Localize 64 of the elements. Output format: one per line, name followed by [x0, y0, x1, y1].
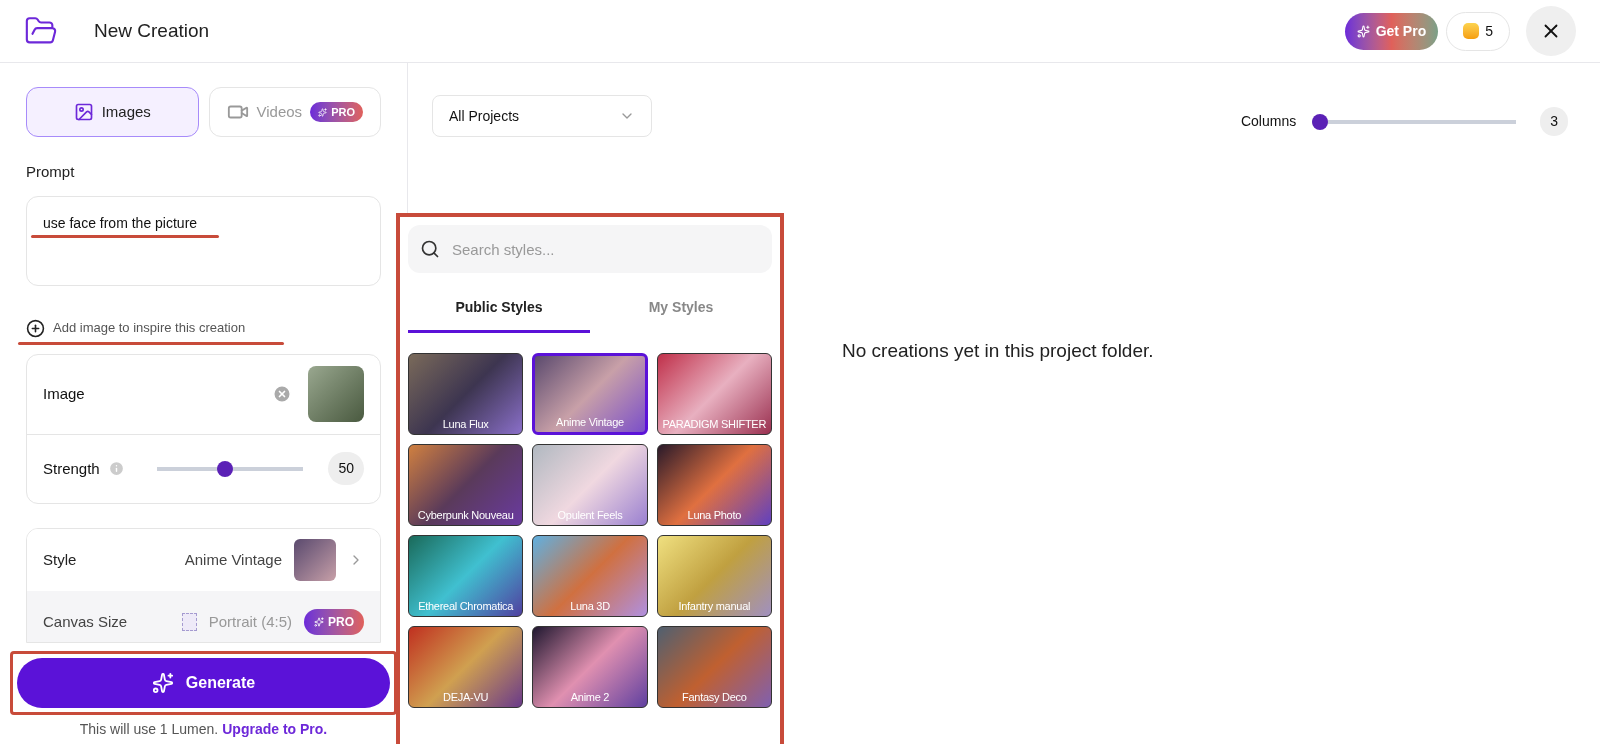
style-name: Ethereal Chromatica — [418, 601, 514, 612]
style-name: Luna 3D — [570, 601, 610, 612]
style-tile[interactable]: Anime 2 — [532, 626, 648, 708]
canvas-size-label: Canvas Size — [43, 611, 128, 632]
sparkle-icon — [318, 107, 328, 117]
prompt-label: Prompt — [26, 162, 76, 182]
info-icon — [107, 460, 125, 478]
style-tile[interactable]: PARADIGM SHIFTER — [656, 353, 772, 435]
page-title: New Creation — [94, 18, 210, 43]
usage-note: This will use 1 Lumen. — [79, 720, 219, 739]
style-tab[interactable]: My Styles — [590, 285, 772, 333]
columns-label: Columns — [1240, 112, 1297, 131]
columns-value: 3 — [1540, 107, 1568, 136]
style-label: Style — [43, 549, 77, 570]
empty-message: No creations yet in this project folder. — [842, 339, 1154, 363]
upgrade-link[interactable]: Upgrade to Pro. — [222, 719, 328, 740]
style-name: DEJA-VU — [443, 692, 489, 703]
style-name: PARADIGM SHIFTER — [662, 419, 767, 430]
photo-placeholder — [294, 538, 336, 581]
generate-button[interactable]: Generate — [17, 658, 390, 708]
sparkle-icon — [314, 616, 324, 627]
style-tile[interactable]: DEJA-VU — [408, 626, 524, 708]
style-tab[interactable]: Public Styles — [408, 285, 590, 333]
plus-circle-icon — [26, 318, 45, 338]
style-tile[interactable]: Luna Photo — [656, 444, 772, 526]
pro-badge: PRO — [310, 101, 363, 123]
style-name: Fantasy Deco — [682, 692, 747, 703]
mode-tab[interactable]: Videos PRO — [208, 87, 381, 137]
style-name: Infantry manual — [678, 601, 751, 612]
portrait-icon — [181, 612, 197, 631]
add-image-link[interactable]: Add image to inspire this creation — [26, 318, 381, 338]
style-tile[interactable]: Anime Vintage — [532, 353, 648, 435]
style-search-field[interactable]: Search styles... — [408, 225, 772, 273]
style-tile[interactable]: Fantasy Deco — [656, 626, 772, 708]
style-name: Luna Photo — [687, 510, 742, 521]
slider-thumb[interactable] — [1312, 113, 1329, 130]
search-icon — [420, 239, 440, 259]
slider-thumb[interactable] — [216, 460, 233, 477]
photo-placeholder — [308, 366, 364, 423]
style-name: Opulent Feels — [557, 510, 623, 521]
canvas-size-row[interactable]: Canvas Size Portrait (4:5) PRO — [27, 590, 380, 642]
get-pro-button[interactable]: Get Pro — [1344, 12, 1439, 50]
pro-badge: PRO — [304, 608, 364, 635]
style-value: Anime Vintage — [184, 549, 282, 570]
style-tile[interactable]: Luna 3D — [532, 535, 648, 617]
project-dropdown[interactable]: All Projects — [432, 95, 652, 137]
style-tile[interactable]: Cyberpunk Nouveau — [408, 444, 524, 526]
mode-tab[interactable]: Images — [26, 87, 199, 137]
sparkle-icon — [1356, 24, 1370, 38]
style-name: Luna Flux — [442, 419, 489, 430]
style-name: Anime 2 — [570, 692, 610, 703]
image-icon — [73, 102, 94, 122]
style-name: Cyberpunk Nouveau — [417, 510, 514, 521]
close-button[interactable] — [1526, 6, 1576, 56]
strength-value: 50 — [328, 452, 364, 486]
strength-label: Strength — [43, 458, 100, 479]
style-tile[interactable]: Luna Flux — [408, 353, 524, 435]
canvas-size-value: Portrait (4:5) — [208, 611, 292, 632]
image-label: Image — [43, 384, 85, 405]
sparkles-icon — [151, 672, 174, 694]
style-tile[interactable]: Infantry manual — [656, 535, 772, 617]
style-name: Anime Vintage — [556, 417, 624, 428]
style-tile[interactable]: Ethereal Chromatica — [408, 535, 524, 617]
prompt-field[interactable]: use face from the picture — [26, 195, 381, 287]
